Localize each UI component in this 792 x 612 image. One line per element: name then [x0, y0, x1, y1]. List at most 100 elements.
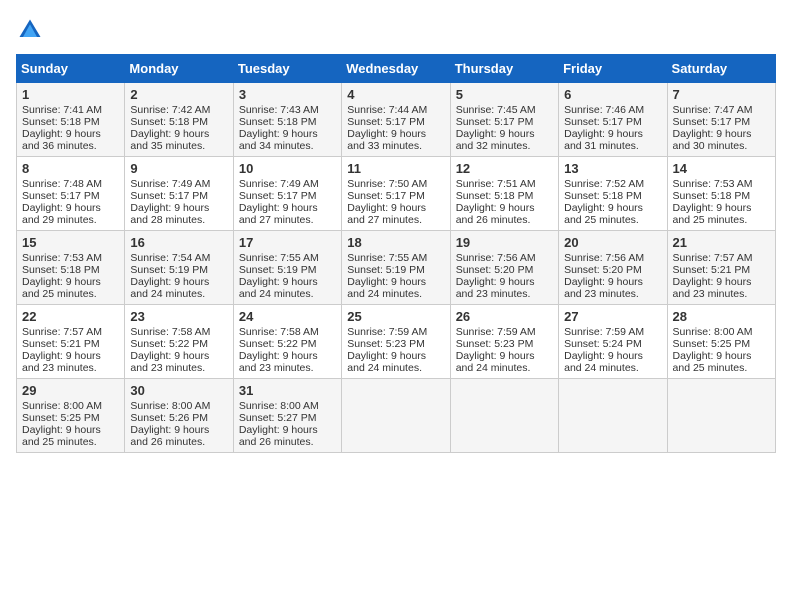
day-number: 23	[130, 309, 227, 324]
day-info-line: Daylight: 9 hours	[347, 276, 444, 288]
day-info-line: and 26 minutes.	[456, 214, 553, 226]
day-info-line: Daylight: 9 hours	[239, 202, 336, 214]
calendar-day-22: 22Sunrise: 7:57 AMSunset: 5:21 PMDayligh…	[17, 305, 125, 379]
calendar-week-4: 29Sunrise: 8:00 AMSunset: 5:25 PMDayligh…	[17, 379, 776, 453]
calendar-day-1: 1Sunrise: 7:41 AMSunset: 5:18 PMDaylight…	[17, 83, 125, 157]
day-info-line: Sunrise: 7:49 AM	[239, 178, 336, 190]
day-info-line: and 27 minutes.	[347, 214, 444, 226]
day-info-line: Daylight: 9 hours	[564, 350, 661, 362]
day-info-line: Sunset: 5:17 PM	[347, 190, 444, 202]
day-info-line: Sunrise: 7:43 AM	[239, 104, 336, 116]
calendar-day-23: 23Sunrise: 7:58 AMSunset: 5:22 PMDayligh…	[125, 305, 233, 379]
day-info-line: Sunrise: 7:54 AM	[130, 252, 227, 264]
calendar-day-25: 25Sunrise: 7:59 AMSunset: 5:23 PMDayligh…	[342, 305, 450, 379]
day-info-line: Daylight: 9 hours	[130, 128, 227, 140]
day-number: 2	[130, 87, 227, 102]
calendar-day-17: 17 Sunrise: 7:55 AMSunset: 5:19 PMDayligh…	[233, 231, 341, 305]
day-info-line: Sunrise: 7:59 AM	[347, 326, 444, 338]
day-info-line: Sunrise: 7:53 AM	[673, 178, 770, 190]
day-info-line: Sunrise: 8:00 AM	[130, 400, 227, 412]
day-info-line: and 25 minutes.	[673, 214, 770, 226]
day-number: 28	[673, 309, 770, 324]
day-info-line: Daylight: 9 hours	[239, 276, 336, 288]
day-info-line: and 34 minutes.	[239, 140, 336, 152]
day-info-line: Sunset: 5:23 PM	[347, 338, 444, 350]
day-info-line: and 33 minutes.	[347, 140, 444, 152]
day-info-line: Sunset: 5:18 PM	[22, 116, 119, 128]
calendar-day-15: 15Sunrise: 7:53 AMSunset: 5:18 PMDayligh…	[17, 231, 125, 305]
day-info-line: Sunset: 5:19 PM	[239, 264, 336, 276]
day-info-line: Sunset: 5:20 PM	[564, 264, 661, 276]
calendar-week-2: 15Sunrise: 7:53 AMSunset: 5:18 PMDayligh…	[17, 231, 776, 305]
day-info-line: Daylight: 9 hours	[673, 350, 770, 362]
day-info-line: Daylight: 9 hours	[22, 276, 119, 288]
day-info-line: and 24 minutes.	[456, 362, 553, 374]
day-number: 27	[564, 309, 661, 324]
day-info-line: Sunset: 5:27 PM	[239, 412, 336, 424]
day-info-line: Sunrise: 7:47 AM	[673, 104, 770, 116]
day-info-line: Daylight: 9 hours	[673, 276, 770, 288]
empty-cell	[450, 379, 558, 453]
calendar-day-12: 12Sunrise: 7:51 AMSunset: 5:18 PMDayligh…	[450, 157, 558, 231]
day-number: 18	[347, 235, 444, 250]
day-info-line: and 29 minutes.	[22, 214, 119, 226]
col-header-wednesday: Wednesday	[342, 55, 450, 83]
calendar-day-24: 24Sunrise: 7:58 AMSunset: 5:22 PMDayligh…	[233, 305, 341, 379]
day-info-line: Daylight: 9 hours	[130, 202, 227, 214]
day-info-line: Sunrise: 7:51 AM	[456, 178, 553, 190]
day-info-line: Daylight: 9 hours	[22, 128, 119, 140]
day-info-line: Sunset: 5:18 PM	[239, 116, 336, 128]
calendar-day-9: 9Sunrise: 7:49 AMSunset: 5:17 PMDaylight…	[125, 157, 233, 231]
day-info-line: Sunset: 5:21 PM	[673, 264, 770, 276]
calendar-day-28: 28Sunrise: 8:00 AMSunset: 5:25 PMDayligh…	[667, 305, 775, 379]
day-info-line: and 23 minutes.	[130, 362, 227, 374]
empty-cell	[667, 379, 775, 453]
calendar-day-4: 4Sunrise: 7:44 AMSunset: 5:17 PMDaylight…	[342, 83, 450, 157]
day-info-line: Sunset: 5:22 PM	[239, 338, 336, 350]
day-info-line: Sunrise: 7:48 AM	[22, 178, 119, 190]
day-info-line: Sunset: 5:20 PM	[456, 264, 553, 276]
day-info-line: Sunset: 5:17 PM	[22, 190, 119, 202]
day-info-line: Sunrise: 7:55 AM	[239, 252, 336, 264]
day-info-line: and 32 minutes.	[456, 140, 553, 152]
calendar-day-14: 14Sunrise: 7:53 AMSunset: 5:18 PMDayligh…	[667, 157, 775, 231]
day-info-line: Sunset: 5:17 PM	[564, 116, 661, 128]
day-info-line: and 24 minutes.	[347, 362, 444, 374]
logo-icon	[16, 16, 44, 44]
day-info-line: Sunrise: 7:50 AM	[347, 178, 444, 190]
calendar-day-16: 16Sunrise: 7:54 AMSunset: 5:19 PMDayligh…	[125, 231, 233, 305]
day-info-line: Sunrise: 7:44 AM	[347, 104, 444, 116]
day-info-line: Sunrise: 7:59 AM	[564, 326, 661, 338]
day-info-line: Sunset: 5:18 PM	[564, 190, 661, 202]
day-info-line: and 24 minutes.	[130, 288, 227, 300]
day-info-line: Sunset: 5:26 PM	[130, 412, 227, 424]
day-info-line: Daylight: 9 hours	[347, 202, 444, 214]
col-header-saturday: Saturday	[667, 55, 775, 83]
calendar-day-21: 21Sunrise: 7:57 AMSunset: 5:21 PMDayligh…	[667, 231, 775, 305]
day-info-line: and 28 minutes.	[130, 214, 227, 226]
day-number: 21	[673, 235, 770, 250]
day-number: 6	[564, 87, 661, 102]
day-info-line: and 27 minutes.	[239, 214, 336, 226]
day-info-line: Sunrise: 7:58 AM	[239, 326, 336, 338]
day-number: 3	[239, 87, 336, 102]
col-header-friday: Friday	[559, 55, 667, 83]
day-info-line: Sunset: 5:17 PM	[130, 190, 227, 202]
calendar-table: SundayMondayTuesdayWednesdayThursdayFrid…	[16, 54, 776, 453]
day-number: 16	[130, 235, 227, 250]
day-info-line: Sunrise: 7:56 AM	[456, 252, 553, 264]
day-info-line: Sunrise: 7:58 AM	[130, 326, 227, 338]
day-info-line: and 26 minutes.	[130, 436, 227, 448]
calendar-day-30: 30Sunrise: 8:00 AMSunset: 5:26 PMDayligh…	[125, 379, 233, 453]
calendar-day-6: 6Sunrise: 7:46 AMSunset: 5:17 PMDaylight…	[559, 83, 667, 157]
day-info-line: Daylight: 9 hours	[673, 128, 770, 140]
day-number: 10	[239, 161, 336, 176]
day-info-line: Sunset: 5:17 PM	[673, 116, 770, 128]
day-info-line: and 24 minutes.	[347, 288, 444, 300]
day-info-line: Sunset: 5:17 PM	[239, 190, 336, 202]
day-number: 17	[239, 235, 336, 250]
day-info-line: and 26 minutes.	[239, 436, 336, 448]
day-info-line: and 25 minutes.	[673, 362, 770, 374]
day-number: 31	[239, 383, 336, 398]
day-info-line: Daylight: 9 hours	[456, 202, 553, 214]
